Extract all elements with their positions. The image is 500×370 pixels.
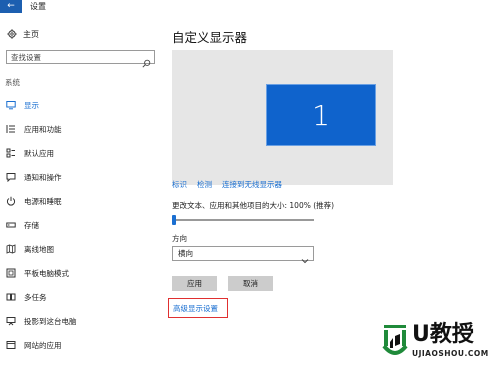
sidebar-item-web-apps[interactable]: 网站的应用 (0, 333, 165, 357)
power-icon (6, 196, 16, 206)
detect-link[interactable]: 检测 (197, 179, 212, 190)
identify-link[interactable]: 标识 (172, 179, 187, 190)
orientation-value: 横向 (178, 249, 193, 258)
sidebar-item-label: 网站的应用 (24, 340, 62, 350)
chevron-down-icon (301, 250, 309, 264)
sidebar-item-notifications[interactable]: 通知和操作 (0, 165, 165, 189)
sidebar-item-power[interactable]: 电源和睡眠 (0, 189, 165, 213)
back-button[interactable]: ← (0, 0, 22, 13)
orientation-select[interactable]: 横向 (172, 246, 314, 264)
display-links: 标识 检测 连接到无线显示器 (172, 179, 282, 190)
home-label: 主页 (23, 29, 39, 39)
sidebar-item-project[interactable]: 投影到这台电脑 (0, 309, 165, 333)
sidebar-item-display[interactable]: 显示 (0, 93, 165, 117)
sidebar-item-label: 显示 (24, 100, 39, 110)
page-title: 自定义显示器 (172, 30, 248, 45)
sidebar-item-storage[interactable]: 存储 (0, 213, 165, 237)
sidebar-item-tablet-mode[interactable]: 平板电脑模式 (0, 261, 165, 285)
title-bar: ← 设置 (0, 0, 500, 13)
gear-icon (7, 29, 17, 39)
sidebar-item-label: 存储 (24, 220, 39, 230)
multitask-icon (6, 292, 16, 302)
monitor-icon (6, 100, 16, 110)
default-apps-icon (6, 148, 16, 158)
display-preview: 1 (172, 50, 393, 185)
sidebar-item-label: 投影到这台电脑 (24, 316, 77, 326)
sidebar-item-apps[interactable]: 应用和功能 (0, 117, 165, 141)
tablet-icon (6, 268, 16, 278)
storage-icon (6, 220, 16, 230)
home-link[interactable]: 主页 (7, 27, 39, 41)
sidebar-item-default-apps[interactable]: 默认应用 (0, 141, 165, 165)
sidebar-item-label: 通知和操作 (24, 172, 62, 182)
sidebar-item-label: 离线地图 (24, 244, 54, 254)
search-input[interactable]: 查找设置 (6, 50, 155, 68)
map-icon (6, 244, 16, 254)
orientation-label: 方向 (172, 234, 187, 243)
apps-list-icon (6, 124, 16, 134)
search-placeholder: 查找设置 (11, 53, 41, 62)
apply-button[interactable]: 应用 (172, 276, 217, 291)
slider-track (172, 219, 314, 221)
section-label: 系统 (5, 78, 20, 87)
nav-list: 显示 应用和功能 默认应用 通知和操作 电源和睡眠 存储 离线地图 平板电脑模式… (0, 93, 165, 357)
cancel-button[interactable]: 取消 (228, 276, 273, 291)
scale-slider[interactable] (172, 215, 314, 225)
scale-label: 更改文本、应用和其他项目的大小: 100% (推荐) (172, 201, 335, 210)
sidebar-item-offline-maps[interactable]: 离线地图 (0, 237, 165, 261)
shield-logo-icon (382, 324, 408, 362)
sidebar-item-label: 应用和功能 (24, 124, 62, 134)
search-icon[interactable] (142, 53, 151, 68)
slider-thumb[interactable] (172, 215, 176, 225)
sidebar-item-label: 默认应用 (24, 148, 54, 158)
advanced-display-settings-link[interactable]: 高级显示设置 (168, 298, 228, 318)
sidebar-item-multitasking[interactable]: 多任务 (0, 285, 165, 309)
sidebar-item-label: 电源和睡眠 (24, 196, 62, 206)
notification-icon (6, 172, 16, 182)
watermark-logo: U教授 UJIAOSHOU.COM (382, 320, 500, 370)
sidebar: 主页 查找设置 系统 显示 应用和功能 默认应用 通知和操作 电源和睡眠 存储 … (0, 13, 165, 370)
window-title: 设置 (30, 2, 46, 11)
monitor-tile[interactable]: 1 (266, 84, 376, 146)
sidebar-item-label: 多任务 (24, 292, 47, 302)
watermark-brand: U教授 (412, 322, 474, 347)
main-content: 自定义显示器 1 标识 检测 连接到无线显示器 更改文本、应用和其他项目的大小:… (165, 13, 500, 370)
sidebar-item-label: 平板电脑模式 (24, 268, 69, 278)
wireless-display-link[interactable]: 连接到无线显示器 (222, 179, 282, 190)
project-icon (6, 316, 16, 326)
watermark-domain: UJIAOSHOU.COM (412, 349, 489, 358)
web-apps-icon (6, 340, 16, 350)
